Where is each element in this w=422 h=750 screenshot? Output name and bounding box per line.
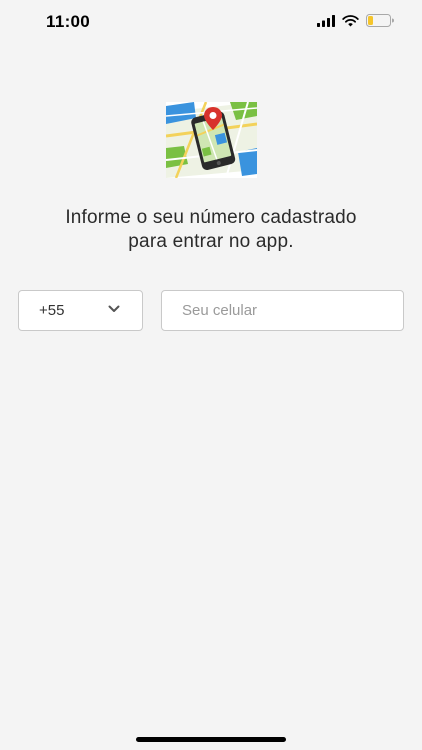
wifi-icon [342, 14, 359, 26]
country-code-value: +55 [39, 302, 65, 319]
login-instruction: Informe o seu número cadastrado para ent… [0, 206, 422, 254]
headline-line-1: Informe o seu número cadastrado [65, 207, 357, 228]
cellular-signal-icon [317, 14, 335, 27]
phone-field-container [161, 290, 404, 331]
country-code-select[interactable]: +55 [18, 290, 143, 331]
battery-low-icon [366, 14, 394, 27]
status-bar: 11:00 [0, 0, 422, 44]
phone-number-input[interactable] [162, 291, 403, 330]
chevron-down-icon [108, 305, 120, 312]
hero-map-phone-image [166, 102, 257, 178]
status-icons [317, 14, 394, 27]
status-time: 11:00 [46, 12, 91, 31]
home-indicator[interactable] [136, 737, 286, 742]
headline-line-2: para entrar no app. [128, 231, 294, 252]
